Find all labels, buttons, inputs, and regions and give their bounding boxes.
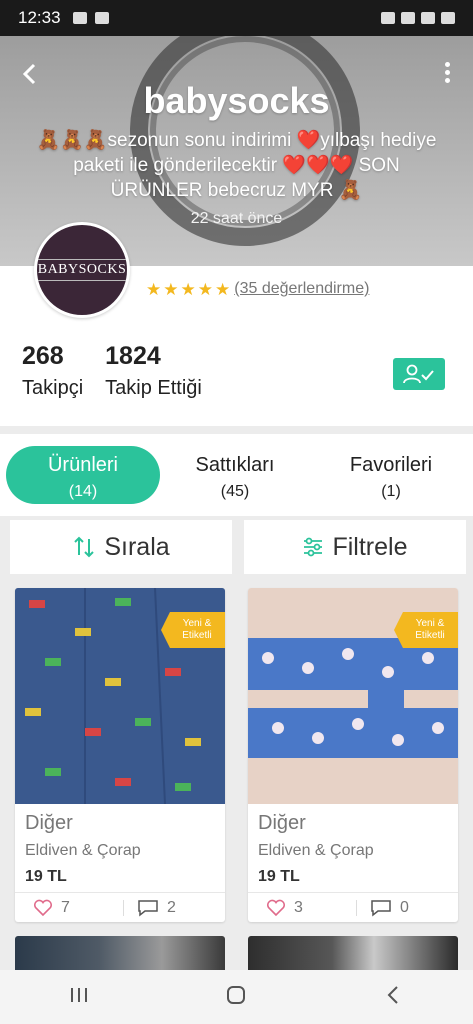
status-time: 12:33 <box>18 8 61 27</box>
tab-label: Ürünleri <box>47 454 119 476</box>
comment-icon <box>371 900 391 917</box>
following-stat[interactable]: 1824 Takip Ettiği <box>105 342 202 400</box>
comment-button[interactable]: 2 <box>137 899 176 917</box>
product-price: 19 TL <box>258 868 300 885</box>
comment-icon <box>138 900 158 917</box>
product-price: 19 TL <box>25 868 67 885</box>
filter-label: Filtrele <box>332 532 408 561</box>
wifi-icon <box>401 12 415 24</box>
filter-icon <box>304 537 323 557</box>
rating-count-link[interactable]: (35 değerlendirme) <box>234 280 369 298</box>
comment-count: 0 <box>400 899 409 916</box>
star-icon: ★ <box>215 279 231 299</box>
heart-icon <box>266 899 286 917</box>
battery-icon <box>441 12 455 24</box>
message-icon <box>72 12 87 24</box>
tab-sold[interactable]: Sattıkları (45) <box>158 446 312 504</box>
like-button[interactable]: 3 <box>266 899 303 917</box>
product-subcategory: Eldiven & Çorap <box>25 842 141 859</box>
shop-name: babysocks <box>143 80 330 121</box>
home-icon[interactable] <box>224 983 248 1012</box>
sort-button[interactable]: Sırala <box>10 520 232 574</box>
back-nav-icon[interactable] <box>382 983 406 1012</box>
tab-bar: Ürünleri (14) Sattıkları (45) Favorileri… <box>0 434 473 516</box>
tab-label: Sattıkları <box>195 454 275 476</box>
shop-announcement: 🧸🧸🧸sezonun sonu indirimi ❤️yılbaşı hediy… <box>36 130 437 201</box>
product-card[interactable]: Yeni & Etiketli Diğer Eldiven & Çorap 19… <box>248 588 458 922</box>
tab-favorites[interactable]: Favorileri (1) <box>314 446 468 504</box>
heart-icon <box>33 899 53 917</box>
tab-count: (1) <box>381 483 401 500</box>
product-category: Diğer <box>258 812 306 834</box>
tab-count: (14) <box>68 483 98 500</box>
comment-button[interactable]: 0 <box>370 899 409 917</box>
followers-label: Takipçi <box>22 377 84 399</box>
like-count: 7 <box>61 899 70 916</box>
filter-button[interactable]: Filtrele <box>244 520 466 574</box>
profile-section: BABYSOCKS ★ ★ ★ ★ ★ (35 değerlendirme) 2… <box>0 222 473 426</box>
follow-button[interactable] <box>393 358 445 390</box>
product-category: Diğer <box>25 812 73 834</box>
mute-icon <box>381 12 395 24</box>
condition-badge: Yeni & Etiketli <box>394 612 458 648</box>
star-icon: ★ <box>197 279 213 299</box>
following-label: Takip Ettiği <box>105 377 202 399</box>
image-icon <box>94 12 109 24</box>
avatar-text: BABYSOCKS <box>37 259 127 281</box>
rating[interactable]: ★ ★ ★ ★ ★ (35 değerlendirme) <box>146 280 369 298</box>
comment-count: 2 <box>167 899 176 916</box>
tab-count: (45) <box>220 483 250 500</box>
follow-user-icon <box>403 364 434 384</box>
status-bar: 12:33 <box>0 0 473 36</box>
product-subcategory: Eldiven & Çorap <box>258 842 374 859</box>
following-count: 1824 <box>105 342 161 370</box>
tab-label: Favorileri <box>349 454 433 476</box>
system-nav-bar <box>0 970 473 1024</box>
followers-stat[interactable]: 268 Takipçi <box>22 342 83 400</box>
tab-products[interactable]: Ürünleri (14) <box>6 446 160 504</box>
star-icon: ★ <box>163 279 179 299</box>
star-icon: ★ <box>180 279 196 299</box>
avatar[interactable]: BABYSOCKS <box>34 222 130 318</box>
like-count: 3 <box>294 899 303 916</box>
sort-icon <box>74 536 95 558</box>
star-icon: ★ <box>146 279 162 299</box>
follow-stats: 268 Takipçi 1824 Takip Ettiği <box>22 342 202 400</box>
sort-label: Sırala <box>104 532 170 561</box>
recent-apps-icon[interactable] <box>67 985 91 1010</box>
signal-icon <box>421 12 435 24</box>
followers-count: 268 <box>22 342 64 370</box>
product-card[interactable]: Yeni & Etiketli Diğer Eldiven & Çorap 19… <box>15 588 225 922</box>
like-button[interactable]: 7 <box>33 899 70 917</box>
list-toolbar: Sırala Filtrele <box>0 520 473 576</box>
condition-badge: Yeni & Etiketli <box>161 612 225 648</box>
